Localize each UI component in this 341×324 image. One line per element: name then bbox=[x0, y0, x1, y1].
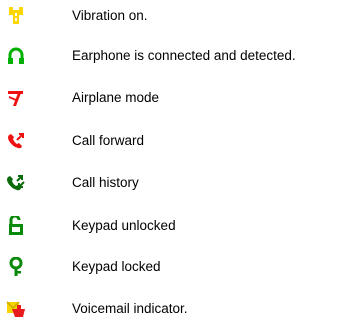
legend-label: Call history bbox=[72, 175, 139, 190]
legend-label: Airplane mode bbox=[72, 90, 160, 105]
legend-label: Earphone is connected and detected. bbox=[72, 48, 296, 63]
legend-label: Keypad locked bbox=[72, 259, 161, 274]
legend-row-call-forward: Call forward bbox=[0, 129, 341, 153]
legend-row-airplane-mode: Airplane mode bbox=[0, 86, 341, 110]
legend-row-vibration: Vibration on. bbox=[0, 4, 341, 28]
legend-row-keypad-unlocked: Keypad unlocked bbox=[0, 214, 341, 238]
legend-row-earphone: Earphone is connected and detected. bbox=[0, 44, 341, 68]
legend-row-voicemail-indicator: Voicemail indicator. bbox=[0, 297, 341, 321]
vibration-icon bbox=[3, 4, 29, 28]
keypad-locked-icon bbox=[3, 255, 29, 279]
voicemail-indicator-icon bbox=[3, 297, 29, 321]
status-icon-legend: Vibration on. Earphone is connected and … bbox=[0, 0, 341, 324]
keypad-unlocked-icon bbox=[3, 214, 29, 238]
legend-label: Call forward bbox=[72, 133, 145, 148]
legend-label: Vibration on. bbox=[72, 8, 148, 23]
legend-row-keypad-locked: Keypad locked bbox=[0, 255, 341, 279]
airplane-mode-icon bbox=[3, 86, 29, 110]
call-history-icon bbox=[3, 171, 29, 195]
call-forward-icon bbox=[3, 129, 29, 153]
legend-row-call-history: Call history bbox=[0, 171, 341, 195]
earphone-icon bbox=[3, 44, 29, 68]
legend-label: Keypad unlocked bbox=[72, 218, 176, 233]
legend-label: Voicemail indicator. bbox=[72, 301, 188, 316]
